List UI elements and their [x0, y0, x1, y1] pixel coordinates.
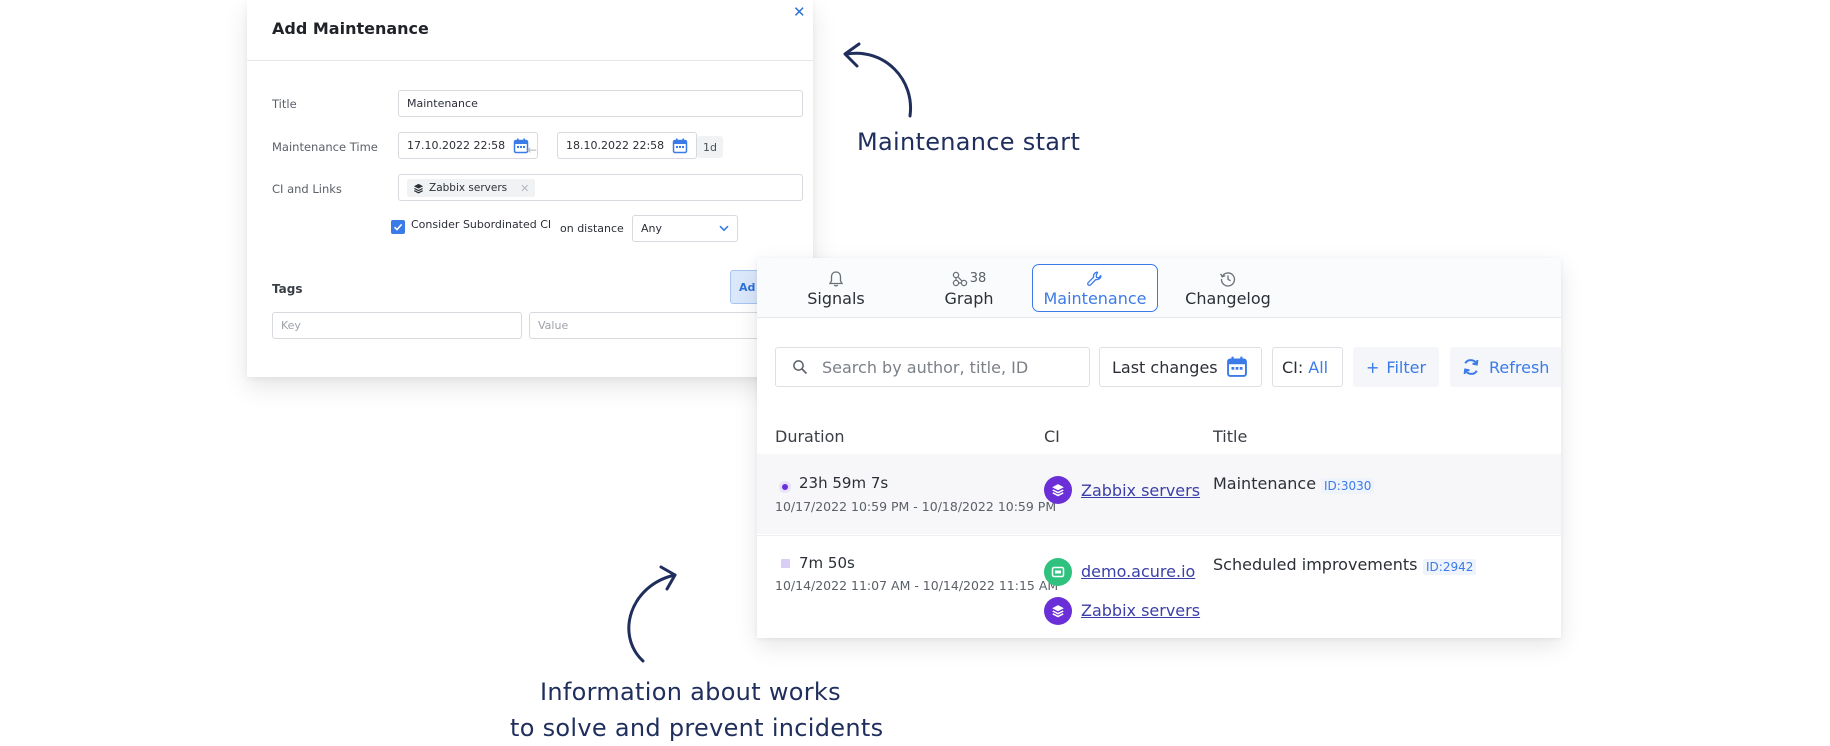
title-label: Title	[272, 97, 297, 111]
last-changes-button[interactable]: Last changes	[1099, 347, 1262, 387]
tab-maintenance[interactable]: Maintenance	[1032, 264, 1158, 312]
layers-icon	[1044, 597, 1072, 625]
ci-links-label: CI and Links	[272, 182, 342, 196]
row-id: ID:3030	[1321, 478, 1375, 494]
row-duration: 23h 59m 7s	[799, 474, 889, 492]
refresh-label: Refresh	[1489, 357, 1550, 377]
table-row[interactable]: 7m 50s 10/14/2022 11:07 AM - 10/14/2022 …	[757, 535, 1561, 638]
chip-remove-icon[interactable]: ✕	[520, 182, 529, 195]
filter-label: Filter	[1386, 357, 1427, 377]
row-title: Scheduled improvements	[1213, 555, 1418, 574]
ci-links-input[interactable]: Zabbix servers ✕	[398, 174, 803, 201]
distance-select[interactable]: Any	[632, 215, 738, 242]
consider-subordinated-checkbox[interactable]	[391, 220, 405, 234]
maintenance-panel: Signals 38 Graph Maintenance Changelog S…	[757, 258, 1561, 638]
graph-count: 38	[969, 271, 987, 286]
duration-badge: 1d	[697, 136, 723, 158]
refresh-button[interactable]: Refresh	[1450, 347, 1561, 387]
search-icon	[793, 360, 808, 375]
ci-filter-button[interactable]: CI: All	[1272, 347, 1343, 387]
ci-link[interactable]: Zabbix servers	[1081, 601, 1200, 620]
maintenance-time-label: Maintenance Time	[272, 140, 378, 154]
tab-maintenance-label: Maintenance	[1043, 288, 1147, 308]
tab-changelog-label: Changelog	[1185, 288, 1271, 308]
status-dot	[779, 481, 791, 493]
status-dot	[781, 559, 790, 568]
distance-select-value: Any	[641, 222, 663, 235]
curved-arrow-icon	[843, 42, 913, 118]
row-title: Maintenance	[1213, 474, 1317, 493]
row-id: ID:2942	[1423, 559, 1477, 575]
plus-icon: +	[1366, 357, 1380, 377]
calendar-icon	[1226, 356, 1247, 377]
history-icon	[1220, 271, 1236, 287]
title-input[interactable]: Maintenance	[398, 90, 803, 117]
tags-label: Tags	[272, 282, 303, 296]
header-title: Title	[1213, 427, 1248, 446]
annotation-info-line2: to solve and prevent incidents	[510, 714, 884, 742]
tab-bar: Signals 38 Graph Maintenance Changelog	[757, 258, 1561, 318]
ci-link[interactable]: Zabbix servers	[1081, 481, 1200, 500]
tab-graph[interactable]: 38 Graph	[906, 264, 1032, 312]
curved-arrow-icon	[627, 565, 677, 663]
tag-key-input[interactable]: Key	[272, 312, 522, 339]
layers-icon	[413, 183, 424, 193]
host-icon	[1044, 558, 1072, 586]
consider-subordinated-label: Consider Subordinated CI	[411, 218, 552, 231]
calendar-icon[interactable]	[672, 138, 688, 154]
search-placeholder: Search by author, title, ID	[822, 357, 1029, 377]
start-date-value: 17.10.2022 22:58	[407, 139, 506, 152]
ci-chip: Zabbix servers ✕	[407, 179, 536, 197]
end-date-input[interactable]: 18.10.2022 22:58	[557, 132, 697, 159]
annotation-maintenance-start: Maintenance start	[857, 128, 1081, 156]
tag-key-placeholder: Key	[281, 319, 301, 332]
tab-graph-label: Graph	[944, 288, 994, 308]
row-time-range: 10/14/2022 11:07 AM - 10/14/2022 11:15 A…	[775, 578, 1059, 593]
bell-icon	[828, 270, 844, 287]
range-separator: ←	[527, 143, 538, 157]
title-input-value: Maintenance	[407, 97, 478, 110]
header-ci: CI	[1044, 427, 1060, 446]
search-input[interactable]: Search by author, title, ID	[775, 347, 1090, 387]
annotation-info-line1: Information about works	[540, 678, 841, 706]
start-date-input[interactable]: 17.10.2022 22:58	[398, 132, 538, 159]
row-duration: 7m 50s	[799, 554, 855, 572]
on-distance-label: on distance	[560, 222, 624, 235]
dialog-divider	[247, 60, 813, 61]
close-icon[interactable]: ✕	[793, 3, 806, 21]
graph-icon	[952, 271, 967, 286]
tag-value-placeholder: Value	[538, 319, 569, 332]
end-date-value: 18.10.2022 22:58	[566, 139, 665, 152]
add-maintenance-dialog: Add Maintenance ✕ Title Maintenance Main…	[247, 0, 813, 377]
layers-icon	[1044, 476, 1072, 504]
header-duration: Duration	[775, 427, 845, 446]
filter-button[interactable]: + Filter	[1353, 347, 1439, 387]
chevron-down-icon	[719, 225, 729, 232]
ci-chip-label: Zabbix servers	[429, 182, 508, 194]
check-icon	[393, 223, 403, 231]
ci-filter-label: CI:	[1282, 357, 1304, 377]
ci-filter-value: All	[1308, 357, 1329, 377]
tab-signals[interactable]: Signals	[773, 264, 899, 312]
last-changes-label: Last changes	[1112, 357, 1218, 377]
tab-signals-label: Signals	[807, 288, 865, 308]
wrench-icon	[1087, 271, 1102, 286]
tag-value-input[interactable]: Value	[529, 312, 779, 339]
row-time-range: 10/17/2022 10:59 PM - 10/18/2022 10:59 P…	[775, 499, 1057, 514]
ci-link[interactable]: demo.acure.io	[1081, 562, 1195, 581]
tab-changelog[interactable]: Changelog	[1165, 264, 1291, 312]
dialog-title: Add Maintenance	[272, 19, 429, 38]
refresh-icon	[1463, 359, 1479, 375]
table-row[interactable]: 23h 59m 7s 10/17/2022 10:59 PM - 10/18/2…	[757, 454, 1561, 534]
